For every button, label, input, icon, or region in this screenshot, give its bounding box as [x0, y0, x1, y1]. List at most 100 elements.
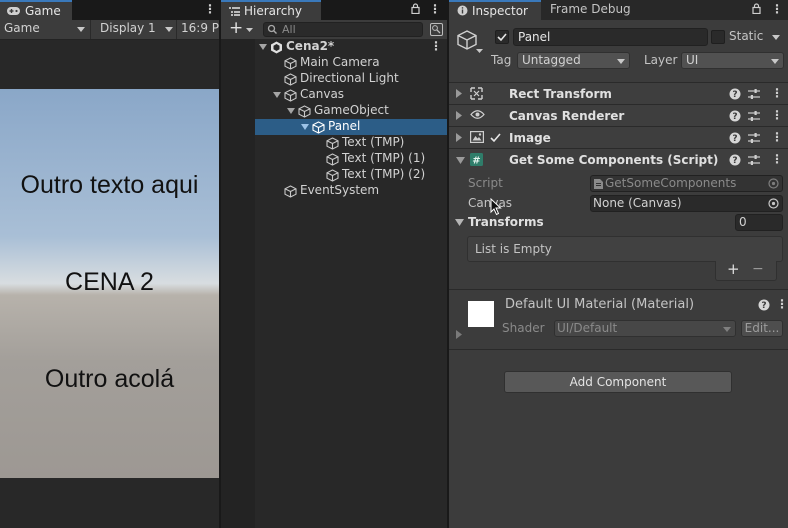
hierarchy-item[interactable]: Text (TMP) (1) [255, 151, 447, 167]
gameobject-cube-icon [284, 185, 297, 198]
scene-more-icon[interactable]: ⋮ [430, 39, 442, 53]
hierarchy-item[interactable]: Main Camera [255, 55, 447, 71]
hierarchy-search-input[interactable]: All [263, 22, 423, 37]
separator [449, 289, 788, 290]
hierarchy-item[interactable]: Text (TMP) [255, 135, 447, 151]
transforms-foldout-icon[interactable] [455, 219, 464, 226]
foldout-expanded-icon[interactable] [301, 124, 309, 130]
gamepad-icon [6, 5, 21, 17]
transforms-size-field[interactable]: 0 [735, 214, 783, 231]
chevron-down-icon [617, 59, 625, 64]
presets-icon[interactable] [748, 110, 760, 122]
foldout-collapsed-icon[interactable] [456, 89, 462, 98]
shader-dropdown: UI/Default [554, 320, 736, 337]
game-toolbar: Game Display 1 16:9 Po [0, 20, 219, 40]
add-object-button[interactable]: + [226, 18, 258, 39]
tag-dropdown[interactable]: Untagged [517, 52, 630, 69]
svg-text:?: ? [732, 112, 737, 122]
shader-edit-label: Edit... [744, 321, 780, 335]
foldout-expanded-icon[interactable] [287, 108, 295, 114]
image-icon [470, 131, 484, 143]
component-more-icon[interactable]: ⋮ [771, 152, 783, 166]
lock-icon[interactable] [411, 3, 420, 14]
help-icon[interactable]: ? [729, 132, 741, 144]
component-header[interactable]: Canvas Renderer? ⋮ [449, 104, 788, 126]
help-icon[interactable]: ? [729, 154, 741, 166]
hierarchy-item-label: Directional Light [300, 71, 399, 85]
static-dropdown-chevron-icon[interactable] [772, 35, 780, 40]
add-component-button[interactable]: Add Component [504, 371, 732, 393]
presets-icon[interactable] [748, 132, 760, 144]
tab-frame-debug[interactable]: Frame Debug [550, 2, 631, 16]
component-name: Rect Transform [509, 87, 612, 101]
transforms-label[interactable]: Transforms [468, 215, 544, 229]
tab-hierarchy[interactable]: Hierarchy [221, 0, 321, 20]
game-mode-dropdown[interactable]: Game [0, 20, 88, 39]
hierarchy-item[interactable]: Canvas [255, 87, 447, 103]
aspect-dropdown[interactable]: 16:9 Po [176, 20, 219, 39]
help-icon[interactable]: ? [729, 88, 741, 100]
gameobject-cube-icon [326, 153, 339, 166]
material-foldout-icon[interactable] [456, 330, 462, 339]
hierarchy-item[interactable]: Panel [255, 119, 447, 135]
layer-dropdown[interactable]: UI [681, 52, 784, 69]
hierarchy-item[interactable]: EventSystem [255, 183, 447, 199]
hierarchy-more-icon[interactable]: ⋮ [429, 2, 441, 16]
layer-label: Layer [644, 53, 678, 67]
transforms-size-value: 0 [739, 215, 747, 229]
foldout-expanded-icon[interactable] [456, 157, 465, 164]
gameobject-cube-icon [284, 57, 297, 70]
presets-icon[interactable] [748, 154, 760, 166]
tab-inspector[interactable]: Inspector [449, 0, 541, 20]
gameobject-cube-icon [326, 169, 339, 182]
object-picker-icon[interactable] [768, 198, 779, 209]
component-more-icon[interactable]: ⋮ [771, 108, 783, 122]
unity-scene-icon [270, 41, 283, 54]
hierarchy-item[interactable]: Text (TMP) (2) [255, 167, 447, 183]
list-add-button[interactable]: + [727, 260, 740, 278]
hierarchy-item-label: Canvas [300, 87, 345, 101]
shader-edit-button[interactable]: Edit... [741, 320, 783, 337]
canvas-field[interactable]: None (Canvas) [590, 195, 783, 212]
hierarchy-item-label: EventSystem [300, 183, 380, 197]
foldout-expanded-icon[interactable] [259, 44, 267, 50]
script-value: GetSomeComponents [605, 176, 737, 190]
presets-icon[interactable] [748, 88, 760, 100]
component-enabled-checkbox[interactable] [489, 131, 502, 144]
gameobject-cube-icon [312, 121, 325, 134]
scene-visibility-icon[interactable] [430, 23, 443, 36]
game-view[interactable]: Outro texto aqui CENA 2 Outro acolá [0, 89, 219, 478]
hierarchy-item[interactable]: Cena2* [255, 39, 447, 55]
hierarchy-item[interactable]: GameObject [255, 103, 447, 119]
foldout-collapsed-icon[interactable] [456, 133, 462, 142]
script-icon: # [470, 153, 483, 166]
hierarchy-item-label: Panel [328, 119, 361, 133]
inspector-more-icon[interactable]: ⋮ [771, 2, 783, 16]
list-remove-button[interactable]: − [752, 261, 764, 277]
help-icon[interactable]: ? [758, 299, 770, 311]
material-preview [468, 301, 494, 327]
svg-text:?: ? [761, 301, 766, 311]
object-name-field[interactable]: Panel [513, 28, 708, 46]
chevron-down-icon[interactable] [476, 49, 483, 53]
eye-icon [470, 109, 485, 120]
tab-game[interactable]: Game [0, 0, 72, 20]
foldout-expanded-icon[interactable] [273, 92, 281, 98]
game-more-icon[interactable]: ⋮ [204, 2, 216, 16]
plus-icon: + [229, 18, 244, 38]
hierarchy-item[interactable]: Directional Light [255, 71, 447, 87]
component-header[interactable]: Image? ⋮ [449, 126, 788, 148]
component-header[interactable]: Rect Transform? ⋮ [449, 82, 788, 104]
component-more-icon[interactable]: ⋮ [771, 86, 783, 100]
component-more-icon[interactable]: ⋮ [771, 130, 783, 144]
material-more-icon[interactable]: ⋮ [776, 297, 788, 311]
foldout-collapsed-icon[interactable] [456, 111, 462, 120]
lock-icon[interactable] [752, 3, 761, 14]
help-icon[interactable]: ? [729, 110, 741, 122]
active-checkbox[interactable] [495, 30, 509, 44]
hierarchy-item-label: Cena2* [286, 39, 335, 53]
static-checkbox[interactable] [711, 30, 725, 44]
chevron-down-icon [723, 327, 731, 332]
display-dropdown[interactable]: Display 1 [90, 20, 176, 39]
component-header[interactable]: # Get Some Components (Script)? ⋮ [449, 148, 788, 170]
